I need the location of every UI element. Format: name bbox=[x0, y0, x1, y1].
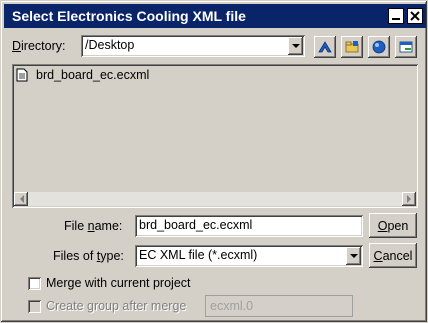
list-item[interactable]: brd_board_ec.ecxml bbox=[16, 68, 149, 82]
file-type-label: Files of type: bbox=[53, 249, 124, 263]
new-folder-icon bbox=[345, 41, 359, 53]
minimize-icon bbox=[392, 18, 400, 20]
cancel-button[interactable]: Cancel bbox=[369, 243, 417, 268]
minimize-button[interactable] bbox=[388, 8, 404, 24]
refresh-icon bbox=[399, 41, 413, 53]
window-title: Select Electronics Cooling XML file bbox=[12, 8, 246, 24]
refresh-button[interactable] bbox=[395, 36, 417, 58]
merge-checkbox[interactable] bbox=[28, 277, 41, 290]
directory-combo[interactable]: /Desktop bbox=[81, 35, 305, 57]
group-name-input[interactable]: ecxml.0 bbox=[205, 295, 353, 317]
directory-dropdown-button[interactable] bbox=[288, 37, 303, 55]
cancel-button-label: Cancel bbox=[373, 248, 413, 263]
file-name-input[interactable]: brd_board_ec.ecxml bbox=[135, 215, 363, 237]
file-type-dropdown-button[interactable] bbox=[346, 247, 361, 265]
home-icon bbox=[372, 40, 386, 54]
open-button-label: Open bbox=[377, 218, 409, 233]
directory-value: /Desktop bbox=[85, 38, 135, 52]
file-name-label: File name: bbox=[64, 219, 123, 233]
file-name-value: brd_board_ec.ecxml bbox=[139, 218, 253, 232]
file-name-text: brd_board_ec.ecxml bbox=[36, 68, 150, 82]
group-name-value: ecxml.0 bbox=[210, 299, 254, 313]
scroll-left-button[interactable] bbox=[14, 192, 28, 206]
chevron-down-icon bbox=[349, 253, 358, 258]
chevron-down-icon bbox=[291, 43, 300, 48]
file-type-value: EC XML file (*.ecxml) bbox=[139, 248, 258, 262]
chevron-right-icon bbox=[406, 195, 411, 203]
create-group-checkbox[interactable] bbox=[28, 300, 41, 313]
file-dialog-window: Select Electronics Cooling XML file Dire… bbox=[0, 0, 428, 323]
directory-label: Directory: bbox=[12, 39, 66, 53]
file-list[interactable]: brd_board_ec.ecxml bbox=[12, 64, 418, 208]
file-icon bbox=[16, 68, 28, 82]
file-type-combo[interactable]: EC XML file (*.ecxml) bbox=[135, 245, 363, 267]
scroll-right-button[interactable] bbox=[402, 192, 416, 206]
horizontal-scrollbar[interactable] bbox=[14, 192, 416, 206]
merge-label: Merge with current project bbox=[46, 276, 191, 290]
create-group-label: Create group after merge bbox=[46, 299, 187, 313]
new-folder-button[interactable] bbox=[341, 36, 363, 58]
up-folder-icon bbox=[318, 41, 332, 53]
open-button[interactable]: Open bbox=[369, 213, 417, 238]
home-button[interactable] bbox=[368, 36, 390, 58]
title-bar[interactable]: Select Electronics Cooling XML file bbox=[4, 4, 426, 28]
up-folder-button[interactable] bbox=[314, 36, 336, 58]
chevron-left-icon bbox=[19, 195, 24, 203]
close-icon bbox=[410, 11, 420, 21]
close-button[interactable] bbox=[407, 8, 423, 24]
